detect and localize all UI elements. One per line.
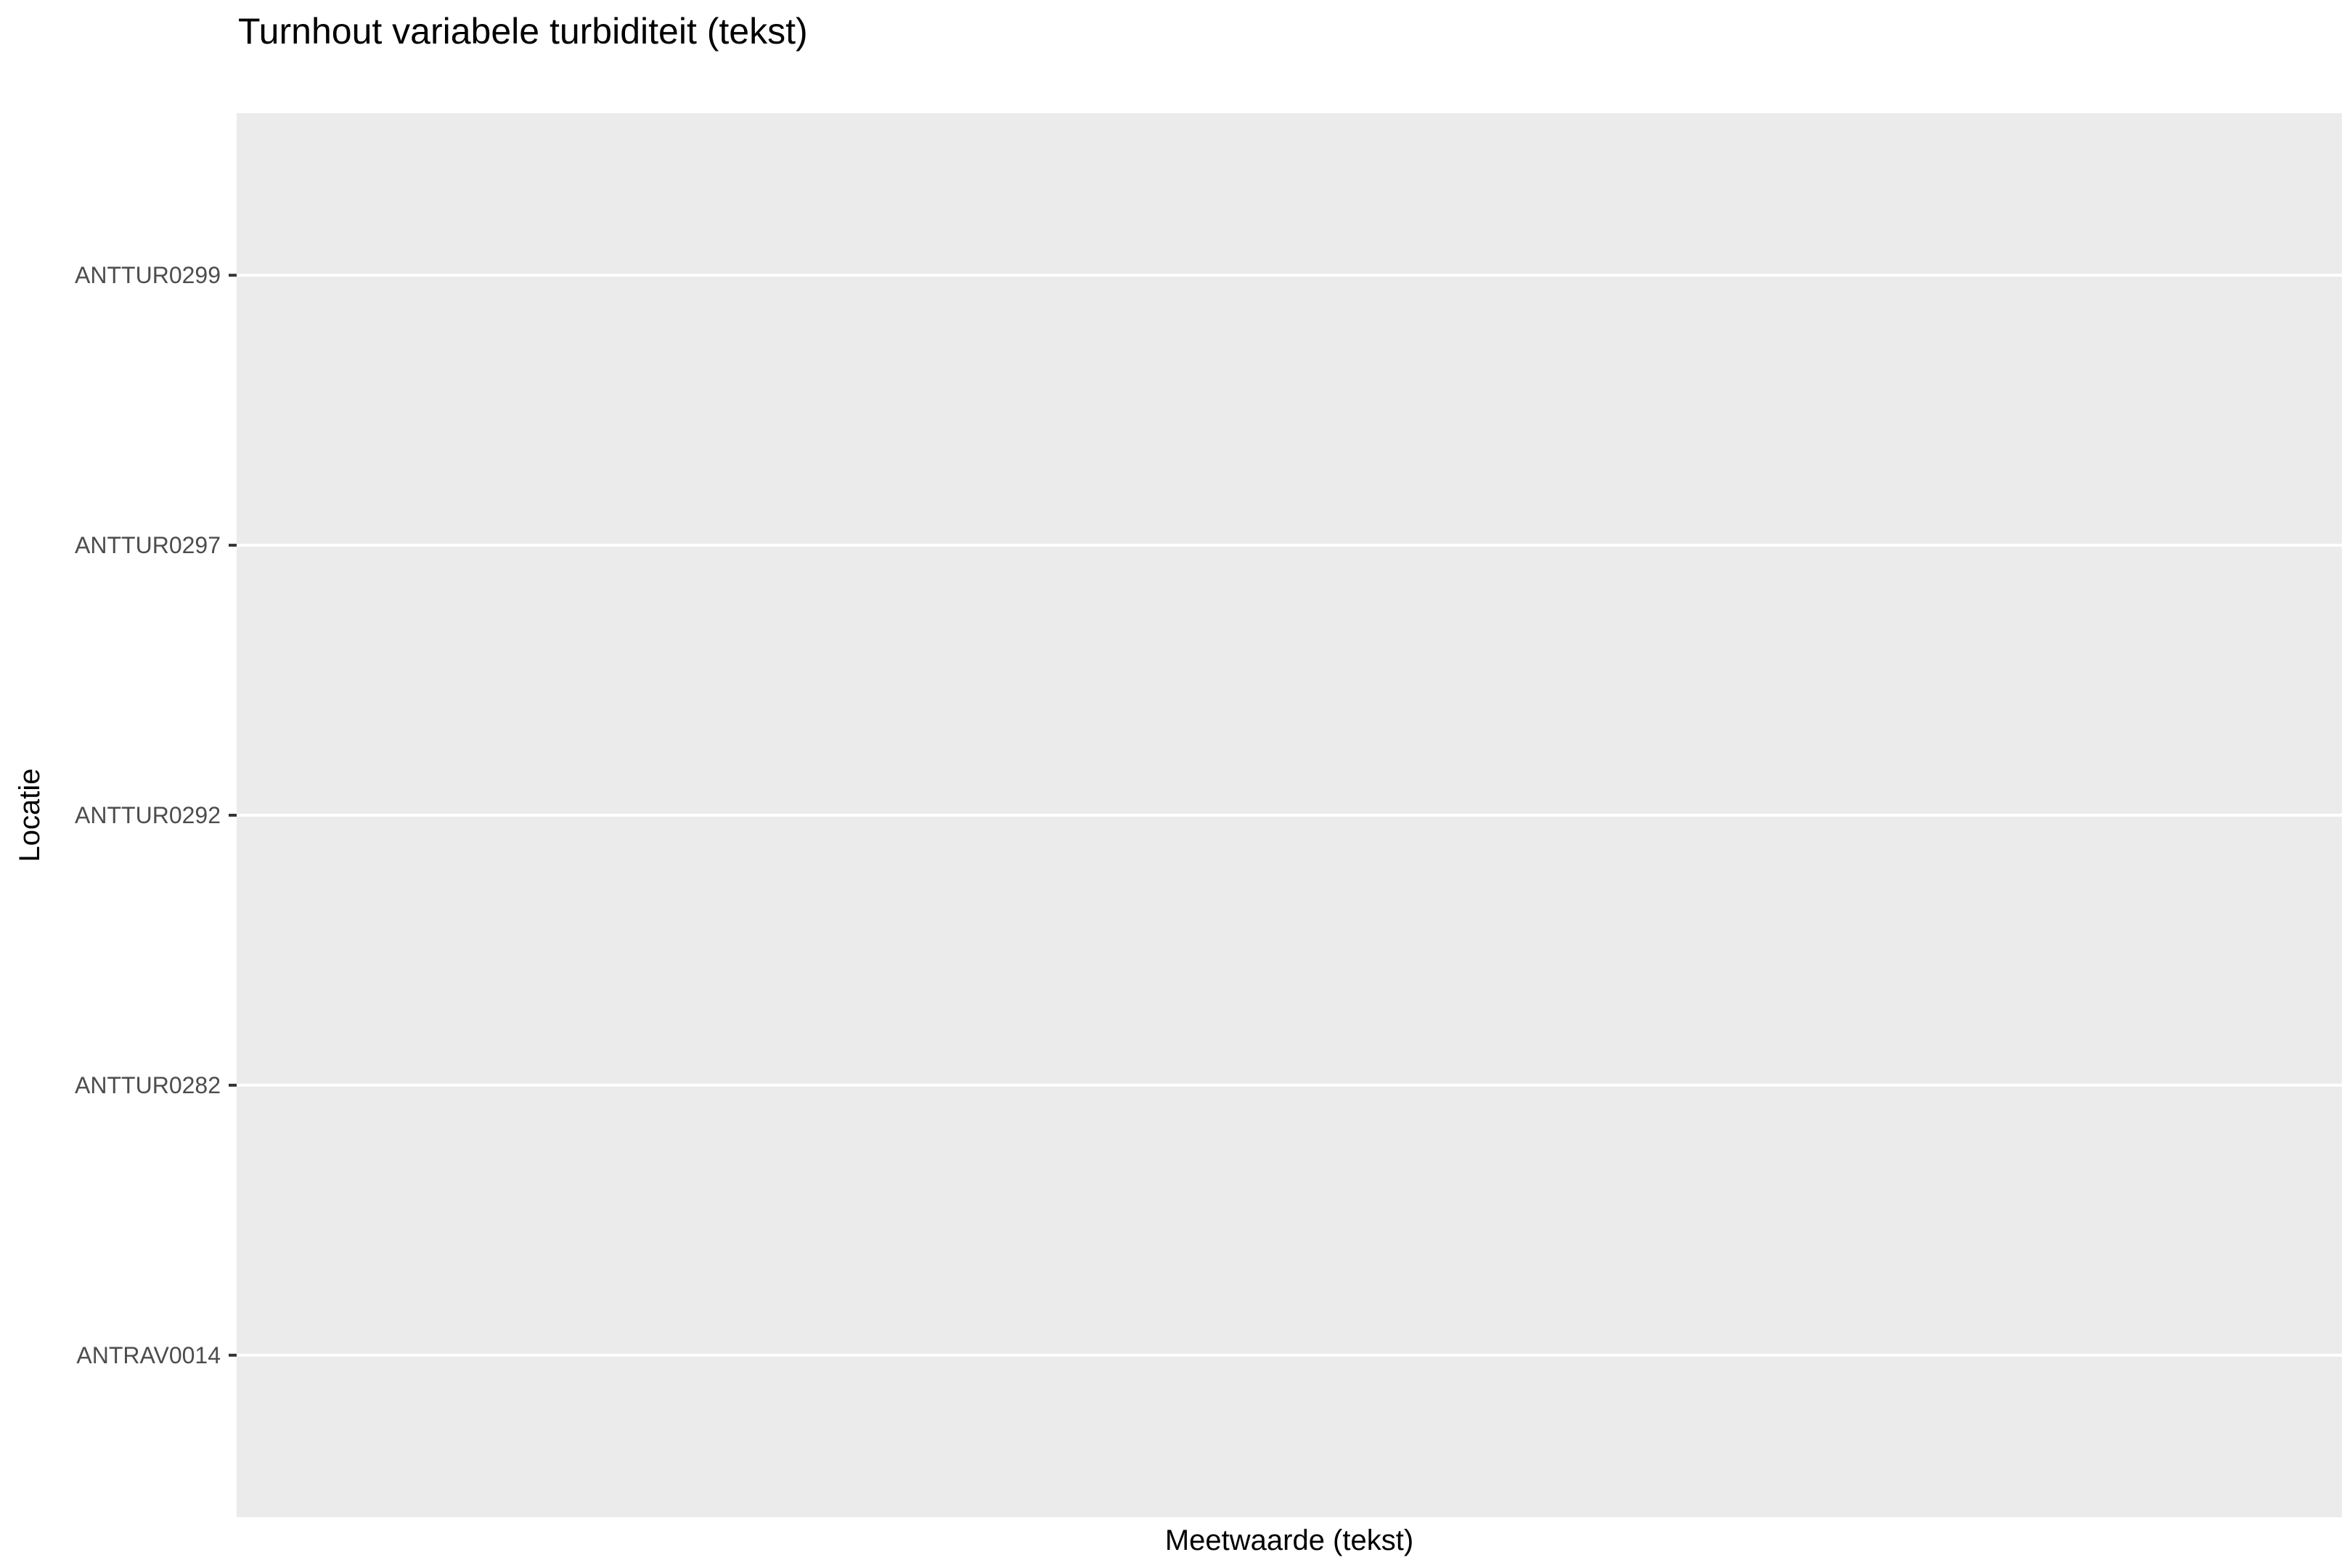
y-tick-label: ANTTUR0282	[75, 1072, 221, 1098]
y-axis-title: Locatie	[14, 769, 46, 862]
y-tick-label: ANTTUR0297	[75, 532, 221, 558]
x-axis-title: Meetwaarde (tekst)	[1165, 1524, 1413, 1556]
y-tick-label: ANTRAV0014	[76, 1342, 221, 1368]
y-tick-label: ANTTUR0292	[75, 802, 221, 828]
y-axis-tick-labels: ANTTUR0299 ANTTUR0297 ANTTUR0292 ANTTUR0282…	[75, 262, 221, 1368]
y-axis-ticks	[229, 274, 237, 1357]
chart: Turnhout variabele turbiditeit (tekst) A…	[14, 11, 2342, 1556]
y-tick-label: ANTTUR0299	[75, 262, 221, 288]
chart-title: Turnhout variabele turbiditeit (tekst)	[238, 11, 808, 52]
